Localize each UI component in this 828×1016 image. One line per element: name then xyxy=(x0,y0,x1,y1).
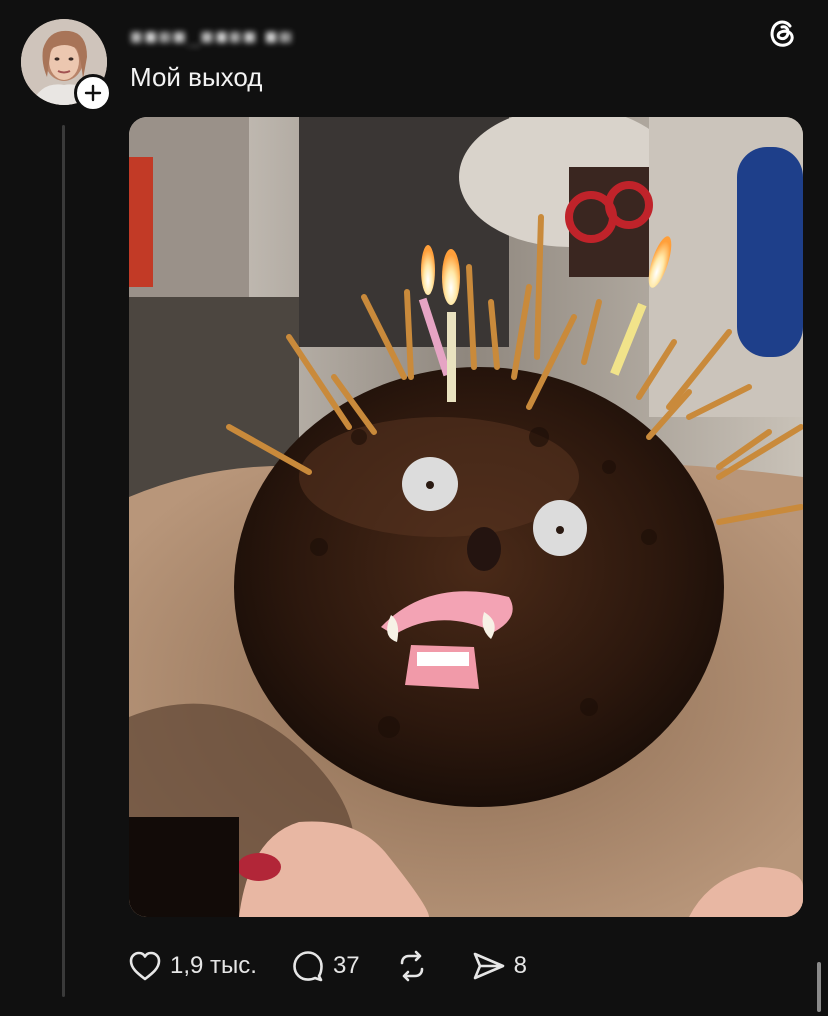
send-icon xyxy=(473,952,504,980)
like-button[interactable]: 1,9 тыс. xyxy=(128,950,257,982)
repost-icon xyxy=(400,950,423,982)
threads-logo-icon[interactable] xyxy=(766,16,800,50)
follow-button[interactable] xyxy=(74,74,112,112)
like-count: 1,9 тыс. xyxy=(170,952,257,979)
post-photo[interactable] xyxy=(129,117,803,917)
comment-button[interactable]: 37 xyxy=(291,949,360,983)
post-text: Мой выход xyxy=(130,62,263,92)
cake-photo xyxy=(129,117,803,917)
username[interactable]: ■■■■_■■■■ ■■ xyxy=(130,24,293,50)
thread-line xyxy=(62,125,65,997)
heart-icon xyxy=(129,951,161,981)
plus-icon xyxy=(84,84,102,102)
scrollbar[interactable] xyxy=(817,962,821,1012)
comment-count: 37 xyxy=(332,952,360,979)
repost-button[interactable] xyxy=(394,949,438,983)
share-button[interactable]: 8 xyxy=(472,950,527,982)
share-count: 8 xyxy=(513,952,528,979)
speech-bubble-icon xyxy=(293,951,323,982)
action-bar: 1,9 тыс. 37 8 xyxy=(128,946,561,986)
